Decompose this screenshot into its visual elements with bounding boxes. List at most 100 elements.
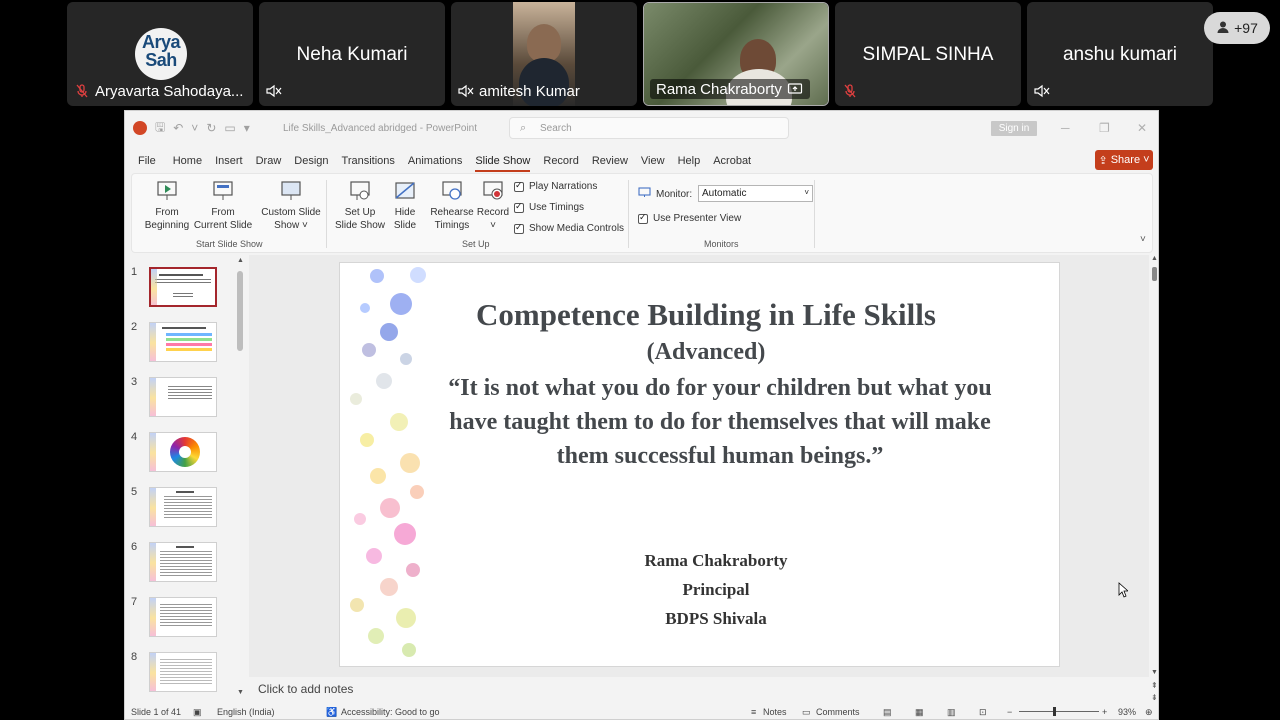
hide-slide-button[interactable]: Hide Slide bbox=[388, 180, 422, 232]
label-line-2: Show ˅ bbox=[274, 220, 308, 231]
zoom-slider-thumb[interactable] bbox=[1053, 707, 1056, 716]
restore-icon[interactable]: ❐ bbox=[1099, 121, 1110, 135]
participant-tile-1[interactable]: Arya Sah Aryavarta Sahodaya... bbox=[67, 2, 253, 106]
ribbon-tabs: File Home Insert Draw Design Transitions… bbox=[125, 151, 1158, 172]
quote-line: them successful human beings.” bbox=[556, 443, 884, 469]
zoom-slider[interactable] bbox=[1019, 711, 1099, 712]
checkbox-checked-icon bbox=[514, 201, 524, 213]
participant-name: Neha Kumari bbox=[296, 44, 408, 65]
next-slide-icon[interactable]: ⇟ bbox=[1151, 693, 1158, 702]
play-narrations-checkbox[interactable]: Play Narrations bbox=[514, 180, 597, 192]
share-label: Share bbox=[1110, 154, 1141, 166]
ribbon: From Beginning From Current Slide Custom… bbox=[131, 173, 1153, 253]
scroll-down-icon[interactable]: ▼ bbox=[1151, 669, 1158, 676]
language-status[interactable]: English (India) bbox=[217, 707, 275, 717]
thumbnails-scrollbar[interactable]: ▲ ▼ bbox=[237, 257, 244, 701]
from-beginning-button[interactable]: From Beginning bbox=[144, 180, 190, 232]
participant-tile-2[interactable]: Neha Kumari bbox=[259, 2, 445, 106]
school-logo: Arya Sah bbox=[135, 28, 187, 80]
participant-tile-3[interactable]: amitesh Kumar bbox=[451, 2, 637, 106]
rehearse-timings-button[interactable]: Rehearse Timings bbox=[430, 180, 474, 232]
undo-icon[interactable]: ↶ bbox=[173, 121, 183, 135]
slide-subtitle: (Advanced) bbox=[646, 339, 766, 365]
normal-view-icon[interactable]: ▤ bbox=[883, 707, 892, 718]
monitor-select[interactable]: Automatic ˅ bbox=[698, 185, 813, 202]
tab-review[interactable]: Review bbox=[592, 155, 628, 167]
use-presenter-view-checkbox[interactable]: Use Presenter View bbox=[638, 212, 741, 224]
slide-thumbnail-4[interactable] bbox=[149, 432, 217, 472]
redo-icon[interactable]: ↻ bbox=[206, 121, 216, 135]
label-line-1: Record bbox=[476, 207, 510, 218]
tab-help[interactable]: Help bbox=[678, 155, 701, 167]
people-icon bbox=[1216, 20, 1230, 37]
zoom-out-icon[interactable]: − bbox=[1007, 707, 1012, 717]
slide-thumbnail-8[interactable] bbox=[149, 652, 217, 692]
tab-insert[interactable]: Insert bbox=[215, 155, 243, 167]
current-slide[interactable]: Competence Building in Life Skills (Adva… bbox=[339, 262, 1060, 667]
tab-acrobat[interactable]: Acrobat bbox=[713, 155, 751, 167]
slide-thumbnail-5[interactable] bbox=[149, 487, 217, 527]
slide-thumbnail-6[interactable] bbox=[149, 542, 217, 582]
tab-draw[interactable]: Draw bbox=[256, 155, 282, 167]
reading-view-icon[interactable]: ▥ bbox=[947, 707, 956, 718]
from-current-slide-button[interactable]: From Current Slide bbox=[192, 180, 254, 232]
undo-dropdown-icon[interactable]: ˅ bbox=[191, 121, 198, 135]
tab-design[interactable]: Design bbox=[294, 155, 328, 167]
slide-sorter-icon[interactable]: ▦ bbox=[915, 707, 924, 718]
set-up-slide-show-button[interactable]: Set Up Slide Show bbox=[334, 180, 386, 232]
scroll-down-icon[interactable]: ▼ bbox=[237, 689, 244, 696]
customize-toolbar-icon[interactable]: ▾ bbox=[244, 121, 250, 135]
share-button[interactable]: ⇪ Share ˅ bbox=[1095, 150, 1153, 170]
checkbox-checked-icon bbox=[638, 212, 648, 224]
zoom-in-icon[interactable]: + bbox=[1102, 707, 1107, 717]
slide-show-view-icon[interactable]: ⊡ bbox=[979, 707, 987, 718]
present-icon[interactable]: ▭ bbox=[224, 121, 235, 135]
close-icon[interactable]: ✕ bbox=[1137, 121, 1147, 135]
label-line-2: Slide Show bbox=[334, 220, 386, 231]
more-participants-button[interactable]: +97 bbox=[1204, 12, 1270, 44]
tab-file[interactable]: File bbox=[138, 155, 156, 167]
participant-tile-5[interactable]: SIMPAL SINHA bbox=[835, 2, 1021, 106]
comments-icon: ▭ bbox=[802, 707, 811, 717]
tab-transitions[interactable]: Transitions bbox=[342, 155, 395, 167]
slide-thumbnails-pane: 1 2 3 4 5 6 7 8 bbox=[125, 259, 247, 701]
zoom-level[interactable]: 93% bbox=[1118, 707, 1136, 717]
scroll-up-icon[interactable]: ▲ bbox=[237, 257, 244, 264]
previous-slide-icon[interactable]: ⇞ bbox=[1151, 681, 1158, 690]
participant-tile-6[interactable]: anshu kumari bbox=[1027, 2, 1213, 106]
slide-thumbnail-7[interactable] bbox=[149, 597, 217, 637]
notes-pane[interactable]: Click to add notes bbox=[249, 677, 1149, 701]
use-timings-checkbox[interactable]: Use Timings bbox=[514, 201, 584, 213]
tab-view[interactable]: View bbox=[641, 155, 665, 167]
slide-scrollbar[interactable]: ▲ ▼ ⇞ ⇟ bbox=[1151, 255, 1158, 702]
comments-toggle[interactable]: Comments bbox=[816, 707, 860, 717]
scroll-up-icon[interactable]: ▲ bbox=[1151, 255, 1158, 262]
tab-animations[interactable]: Animations bbox=[408, 155, 462, 167]
slide-thumbnail-1[interactable] bbox=[149, 267, 217, 307]
quote-line: have taught them to do for themselves th… bbox=[449, 409, 991, 435]
scrollbar-thumb[interactable] bbox=[1152, 267, 1157, 281]
label-line-1: Set Up bbox=[344, 207, 376, 218]
search-input[interactable]: ⌕ Search bbox=[509, 117, 789, 139]
tab-record[interactable]: Record bbox=[543, 155, 578, 167]
notes-toggle[interactable]: Notes bbox=[763, 707, 787, 717]
tab-slide-show[interactable]: Slide Show bbox=[475, 155, 531, 172]
show-media-controls-checkbox[interactable]: Show Media Controls bbox=[514, 222, 624, 234]
tab-home[interactable]: Home bbox=[173, 155, 202, 167]
participant-tile-4[interactable]: Rama Chakraborty bbox=[643, 2, 829, 106]
record-button[interactable]: Record ˅ bbox=[476, 180, 510, 232]
participant-name: Aryavarta Sahodaya... bbox=[95, 82, 244, 100]
save-icon[interactable]: 🖫 bbox=[155, 118, 165, 139]
participant-label: Rama Chakraborty bbox=[650, 79, 810, 99]
accessibility-status[interactable]: Accessibility: Good to go bbox=[341, 707, 440, 717]
slide-thumbnail-3[interactable] bbox=[149, 377, 217, 417]
sign-in-button[interactable]: Sign in bbox=[991, 121, 1037, 136]
collapse-ribbon-icon[interactable]: ˅ bbox=[1140, 234, 1146, 245]
fit-to-window-icon[interactable]: ⊕ bbox=[1145, 707, 1153, 718]
slide-thumbnail-2[interactable] bbox=[149, 322, 217, 362]
minimize-icon[interactable]: ─ bbox=[1061, 121, 1070, 135]
spelling-check-icon[interactable]: ▣ bbox=[193, 707, 202, 718]
group-label-set-up: Set Up bbox=[462, 239, 490, 249]
custom-slide-show-button[interactable]: Custom Slide Show ˅ bbox=[260, 180, 322, 232]
scrollbar-thumb[interactable] bbox=[237, 271, 243, 351]
